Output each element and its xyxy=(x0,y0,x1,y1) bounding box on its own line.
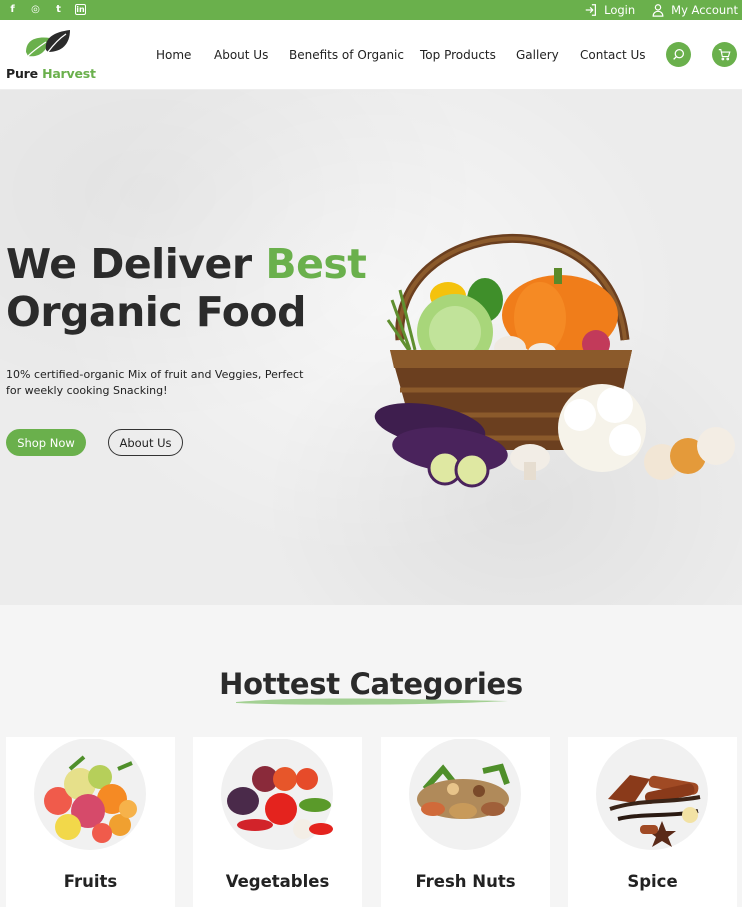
about-us-button[interactable]: About Us xyxy=(108,429,183,456)
main-nav: Home About Us Benefits of Organic Top Pr… xyxy=(156,48,650,62)
fruits-image xyxy=(34,739,146,850)
logo-text: Pure Harvest xyxy=(6,66,96,81)
cart-icon xyxy=(718,49,731,61)
login-link[interactable]: Login xyxy=(584,1,635,18)
linkedin-icon[interactable]: in xyxy=(75,4,86,15)
category-card-fruits[interactable]: Fruits xyxy=(6,737,175,907)
vegetable-basket-image xyxy=(374,233,735,488)
logo[interactable]: Pure Harvest xyxy=(6,30,96,81)
leaf-logo-icon xyxy=(26,30,70,57)
logo-text-pure: Pure xyxy=(6,66,38,81)
twitter-icon[interactable]: t xyxy=(52,3,65,16)
headline-line2: Organic Food xyxy=(6,288,306,336)
spice-image xyxy=(596,739,708,850)
vegetables-image xyxy=(221,739,333,850)
hero-description: 10% certified-organic Mix of fruit and V… xyxy=(6,368,304,397)
login-label: Login xyxy=(604,2,636,17)
hero-headline: We Deliver Best Organic Food xyxy=(6,240,367,336)
top-bar: f ◎ t in Login My Account xyxy=(0,0,742,20)
search-icon xyxy=(673,48,685,60)
header: Pure Harvest Home About Us Benefits of O… xyxy=(0,20,742,90)
nav-gallery[interactable]: Gallery xyxy=(516,48,580,62)
nav-home[interactable]: Home xyxy=(156,48,214,62)
my-account-link[interactable]: My Account xyxy=(651,1,738,18)
brush-underline xyxy=(236,698,508,705)
logo-text-harvest: Harvest xyxy=(42,66,96,81)
fresh-nuts-image xyxy=(409,739,521,850)
login-icon xyxy=(585,3,597,16)
cart-button[interactable] xyxy=(712,42,737,67)
category-label: Vegetables xyxy=(225,872,330,891)
category-card-spice[interactable]: Spice xyxy=(568,737,737,907)
user-icon xyxy=(652,3,664,17)
category-label: Fruits xyxy=(63,872,118,891)
hero-section: We Deliver Best Organic Food 10% certifi… xyxy=(0,90,742,605)
headline-part1: We Deliver xyxy=(6,240,266,288)
category-label: Spice xyxy=(627,872,678,891)
headline-highlight: Best xyxy=(265,240,367,288)
nav-top-products[interactable]: Top Products xyxy=(420,48,516,62)
my-account-label: My Account xyxy=(671,2,738,17)
shop-now-button[interactable]: Shop Now xyxy=(6,429,86,456)
category-label: Fresh Nuts xyxy=(415,872,516,891)
facebook-icon[interactable]: f xyxy=(6,3,19,16)
search-button[interactable] xyxy=(666,42,691,67)
nav-about-us[interactable]: About Us xyxy=(214,48,289,62)
nav-benefits-of-organic[interactable]: Benefits of Organic xyxy=(289,48,420,62)
nav-contact-us[interactable]: Contact Us xyxy=(580,48,650,62)
category-card-fresh-nuts[interactable]: Fresh Nuts xyxy=(381,737,550,907)
social-links: f ◎ t in xyxy=(6,3,86,16)
category-card-vegetables[interactable]: Vegetables xyxy=(193,737,362,907)
categories-section: Hottest Categories Fruits Vegetables Fre… xyxy=(0,605,742,907)
instagram-icon[interactable]: ◎ xyxy=(29,3,42,16)
